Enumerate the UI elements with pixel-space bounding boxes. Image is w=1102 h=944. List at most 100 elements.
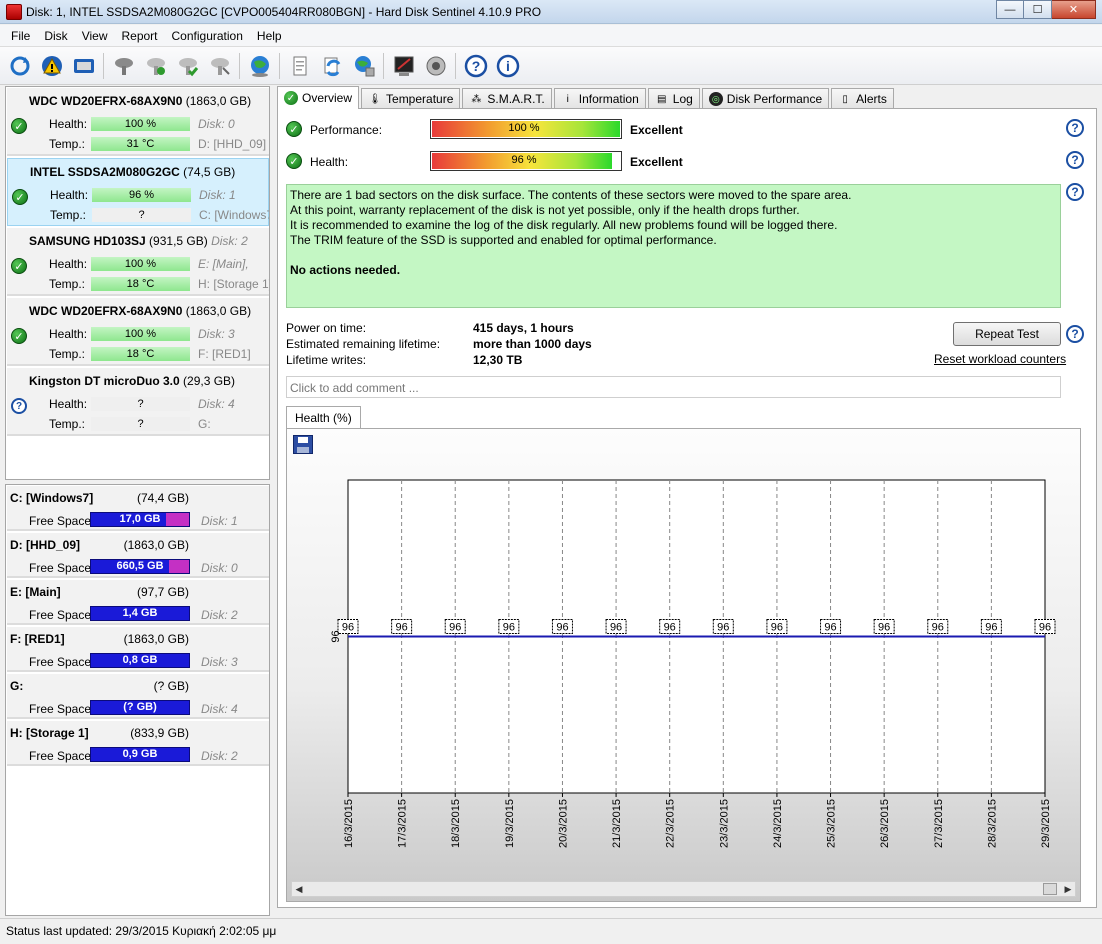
disk-item[interactable]: Kingston DT microDuo 3.0 (29,3 GB) ? Heal… [7, 368, 269, 436]
free-space-value: 0,9 GB [122, 748, 158, 760]
tab-disk-performance[interactable]: ◎ Disk Performance [701, 88, 830, 109]
volume-name: H: [Storage 1] [10, 726, 89, 740]
disk-temp-bar: 18 °C [91, 277, 190, 291]
reset-workload-link[interactable]: Reset workload counters [934, 352, 1066, 366]
about-icon[interactable]: i [494, 52, 522, 80]
menu-disk[interactable]: Disk [37, 25, 74, 46]
data-label: 96 [610, 622, 622, 634]
globe-icon[interactable] [350, 52, 378, 80]
main-tabs: ✓ Overview 🌡 Temperature ⁂ S.M.A.R.T. i Informa… [277, 86, 896, 109]
comment-input[interactable]: Click to add comment ... [286, 376, 1061, 398]
menu-file[interactable]: File [4, 25, 37, 46]
data-label: 96 [342, 622, 354, 634]
performance-result: Excellent [630, 123, 683, 137]
data-label: 96 [395, 622, 407, 634]
help-icon[interactable]: ? [462, 52, 490, 80]
tab-overview[interactable]: ✓ Overview [277, 86, 360, 109]
disk-list: WDC WD20EFRX-68AX9N0 (1863,0 GB) ✓ Health… [5, 86, 270, 480]
close-button[interactable]: ✕ [1052, 0, 1096, 19]
menu-configuration[interactable]: Configuration [165, 25, 250, 46]
chart-tab-health[interactable]: Health (%) [286, 406, 361, 428]
data-label: 96 [503, 622, 515, 634]
test-icon[interactable] [110, 52, 138, 80]
temp-label: Temp.: [50, 208, 87, 222]
tab-log[interactable]: ▤ Log [647, 88, 700, 109]
test-4-icon[interactable] [206, 52, 234, 80]
disk-item[interactable]: INTEL SSDSA2M080G2GC (74,5 GB) ✓ Health: 9… [7, 158, 269, 226]
tab-s-m-a-r-t[interactable]: ⁂ S.M.A.R.T. [462, 88, 552, 109]
message-line: At this point, warranty replacement of t… [290, 203, 800, 217]
volume-item[interactable]: H: [Storage 1] (833,9 GB) Free Space 0,9 GB… [7, 721, 269, 766]
sound-icon[interactable] [422, 52, 450, 80]
minimize-button[interactable]: — [996, 0, 1024, 19]
volume-size: (1863,0 GB) [123, 538, 189, 552]
health-label: Health: [49, 257, 88, 271]
repeat-test-help-icon[interactable]: ? [1066, 325, 1084, 343]
test-3-icon[interactable] [174, 52, 202, 80]
tab-alerts[interactable]: ▯ Alerts [831, 88, 894, 109]
disk-health-bar: ? [91, 397, 190, 411]
title-bar: Disk: 1, INTEL SSDSA2M080G2GC [CVPO00540… [0, 0, 1102, 24]
scroll-right-icon[interactable]: ▶ [1061, 882, 1075, 896]
disk-extra-1: Disk: 0 [198, 117, 235, 131]
volume-item[interactable]: D: [HHD_09] (1863,0 GB) Free Space 660,5 GB… [7, 533, 269, 578]
volume-size: (? GB) [153, 679, 189, 693]
refresh-icon[interactable] [6, 52, 34, 80]
volume-disk: Disk: 4 [201, 702, 238, 716]
free-space-value: 660,5 GB [116, 560, 164, 572]
report-icon[interactable] [286, 52, 314, 80]
disk-item[interactable]: WDC WD20EFRX-68AX9N0 (1863,0 GB) ✓ Health… [7, 88, 269, 156]
performance-ok-icon: ✓ [286, 121, 302, 137]
disk-name: INTEL SSDSA2M080G2GC (74,5 GB) [30, 165, 235, 179]
performance-help-icon[interactable]: ? [1066, 119, 1084, 137]
volume-disk: Disk: 2 [201, 749, 238, 763]
remaining-label: Estimated remaining lifetime: [286, 337, 441, 351]
maximize-button[interactable]: ☐ [1024, 0, 1052, 19]
volume-item[interactable]: F: [RED1] (1863,0 GB) Free Space 0,8 GB Disk… [7, 627, 269, 672]
volume-item[interactable]: E: [Main] (97,7 GB) Free Space 1,4 GB Disk: … [7, 580, 269, 625]
power-on-value: 415 days, 1 hours [473, 321, 574, 335]
alert-icon[interactable] [38, 52, 66, 80]
tab-information[interactable]: i Information [553, 88, 646, 109]
performance-icon: ◎ [708, 92, 723, 106]
free-space-bar: 0,8 GB [90, 653, 190, 668]
disk-temp-bar: ? [91, 417, 190, 431]
settings-icon[interactable] [390, 52, 418, 80]
disk-size: (1863,0 GB) [185, 304, 252, 318]
web-icon[interactable] [246, 52, 274, 80]
health-label: Health: [49, 117, 88, 131]
menu-help[interactable]: Help [250, 25, 289, 46]
volume-size: (833,9 GB) [130, 726, 189, 740]
volume-disk: Disk: 2 [201, 608, 238, 622]
menu-view[interactable]: View [75, 25, 115, 46]
x-tick-label: 27/3/2015 [933, 799, 945, 848]
message-help-icon[interactable]: ? [1066, 183, 1084, 201]
chart-scrollbar[interactable]: ◀ ▶ [291, 881, 1076, 897]
scroll-left-icon[interactable]: ◀ [292, 882, 306, 896]
health-help-icon[interactable]: ? [1066, 151, 1084, 169]
disk-temp-bar: 31 °C [91, 137, 190, 151]
tab-temperature[interactable]: 🌡 Temperature [361, 88, 461, 109]
volume-item[interactable]: C: [Windows7] (74,4 GB) Free Space 17,0 GB D… [7, 486, 269, 531]
disk-icon[interactable] [70, 52, 98, 80]
alerts-icon: ▯ [842, 93, 848, 105]
health-chart-svg: 96 96 96 96 96 96 96 96 96 96 96 96 96 969616/3/2015 1… [330, 479, 1056, 848]
repeat-test-button[interactable]: Repeat Test [953, 322, 1061, 346]
test-2-icon[interactable] [142, 52, 170, 80]
disk-name: WDC WD20EFRX-68AX9N0 (1863,0 GB) [29, 94, 251, 108]
volume-disk: Disk: 3 [201, 655, 238, 669]
disk-item[interactable]: SAMSUNG HD103SJ (931,5 GB) Disk: 2 ✓ Healt… [7, 228, 269, 296]
free-space-value: 17,0 GB [119, 513, 161, 525]
sync-icon[interactable] [318, 52, 346, 80]
x-tick-label: 16/3/2015 [343, 799, 355, 848]
message-action: No actions needed. [290, 263, 401, 277]
menu-report[interactable]: Report [114, 25, 164, 46]
scroll-thumb[interactable] [1043, 883, 1057, 895]
volume-item[interactable]: G: (? GB) Free Space (? GB) Disk: 4 [7, 674, 269, 719]
window-title: Disk: 1, INTEL SSDSA2M080G2GC [CVPO00540… [26, 5, 542, 19]
performance-bar: 100 % [430, 119, 622, 139]
disk-item[interactable]: WDC WD20EFRX-68AX9N0 (1863,0 GB) ✓ Health… [7, 298, 269, 366]
disk-model: WDC WD20EFRX-68AX9N0 [29, 304, 183, 318]
svg-text:i: i [506, 58, 510, 74]
free-space-bar: 17,0 GB [90, 512, 190, 527]
